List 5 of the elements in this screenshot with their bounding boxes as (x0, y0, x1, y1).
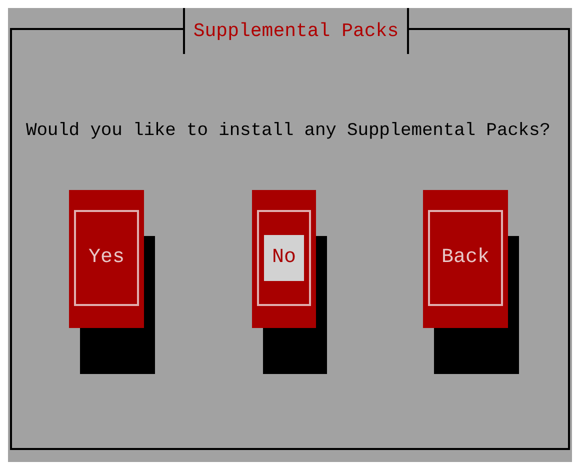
dialog-button[interactable]: No (252, 190, 316, 328)
dialog-button[interactable]: Yes (69, 190, 144, 328)
dialog-title: Supplemental Packs (183, 8, 409, 54)
question-text: Would you like to install any Supplemental Packs? (26, 120, 552, 143)
dialog-button[interactable]: Back (423, 190, 508, 328)
